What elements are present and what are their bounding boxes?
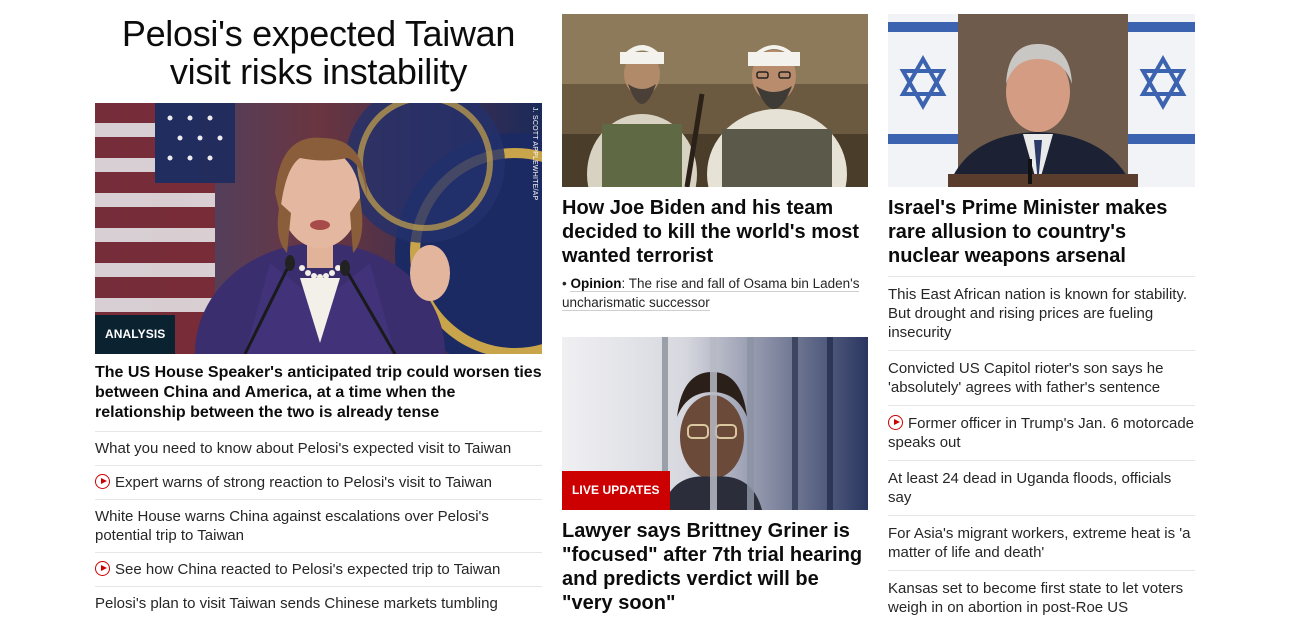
- zawahiri-headline[interactable]: How Joe Biden and his team decided to ki…: [562, 196, 868, 268]
- related-link-text: What you need to know about Pelosi's exp…: [95, 440, 512, 457]
- related-link-text: See how China reacted to Pelosi's expect…: [115, 561, 501, 578]
- related-link-text: Pelosi's plan to visit Taiwan sends Chin…: [95, 595, 498, 612]
- related-link-china-reacted[interactable]: See how China reacted to Pelosi's expect…: [95, 553, 542, 587]
- lapid-headline[interactable]: Israel's Prime Minister makes rare allus…: [888, 196, 1195, 268]
- related-link-text: Expert warns of strong reaction to Pelos…: [115, 474, 492, 491]
- lead-headline[interactable]: Pelosi's expected Taiwan visit risks ins…: [95, 14, 542, 103]
- middle-column: How Joe Biden and his team decided to ki…: [562, 14, 868, 615]
- headline-text: Convicted US Capitol rioter's son says h…: [888, 360, 1164, 396]
- analysis-badge: ANALYSIS: [95, 315, 176, 354]
- headline-text: At least 24 dead in Uganda floods, offic…: [888, 470, 1172, 506]
- griner-story-image[interactable]: LIVE UPDATES: [562, 337, 868, 510]
- related-link-chinese-markets[interactable]: Pelosi's plan to visit Taiwan sends Chin…: [95, 587, 542, 620]
- related-link-white-house[interactable]: White House warns China against escalati…: [95, 500, 542, 553]
- opinion-link[interactable]: • Opinion: The rise and fall of Osama bi…: [562, 274, 868, 312]
- headline-capitol-rioter[interactable]: Convicted US Capitol rioter's son says h…: [888, 351, 1195, 406]
- lead-related-links: What you need to know about Pelosi's exp…: [95, 432, 542, 620]
- right-headline-list: This East African nation is known for st…: [888, 276, 1195, 625]
- video-play-icon: [95, 561, 110, 576]
- opinion-tag: Opinion: [570, 276, 622, 292]
- related-link-text: White House warns China against escalati…: [95, 508, 489, 544]
- headline-kansas-abortion[interactable]: Kansas set to become first state to let …: [888, 571, 1195, 625]
- lead-story-column: Pelosi's expected Taiwan visit risks ins…: [95, 14, 542, 620]
- headline-east-africa[interactable]: This East African nation is known for st…: [888, 277, 1195, 351]
- related-link-pelosi-visit[interactable]: What you need to know about Pelosi's exp…: [95, 432, 542, 466]
- griner-headline[interactable]: Lawyer says Brittney Griner is "focused"…: [562, 519, 868, 615]
- lapid-story-image[interactable]: [888, 14, 1195, 187]
- related-link-expert-warns[interactable]: Expert warns of strong reaction to Pelos…: [95, 466, 542, 500]
- lapid-photo: [888, 14, 1195, 187]
- headline-text: For Asia's migrant workers, extreme heat…: [888, 525, 1191, 561]
- headline-text: Kansas set to become first state to let …: [888, 580, 1184, 616]
- headline-text: Former officer in Trump's Jan. 6 motorca…: [888, 415, 1195, 451]
- headline-text: This East African nation is known for st…: [888, 286, 1188, 341]
- headline-asia-migrant-heat[interactable]: For Asia's migrant workers, extreme heat…: [888, 516, 1195, 571]
- lead-story-image[interactable]: J. SCOTT APPLEWHITE/AP ANALYSIS: [95, 103, 542, 354]
- live-updates-badge: LIVE UPDATES: [562, 471, 670, 510]
- headline-trump-motorcade[interactable]: Former officer in Trump's Jan. 6 motorca…: [888, 406, 1195, 461]
- bin-laden-zawahiri-photo: [562, 14, 868, 187]
- photo-credit: J. SCOTT APPLEWHITE/AP: [531, 107, 538, 201]
- headline-uganda-floods[interactable]: At least 24 dead in Uganda floods, offic…: [888, 461, 1195, 516]
- right-column: Israel's Prime Minister makes rare allus…: [888, 14, 1195, 625]
- lead-summary[interactable]: The US House Speaker's anticipated trip …: [95, 363, 542, 432]
- zawahiri-story-image[interactable]: [562, 14, 868, 187]
- video-play-icon: [888, 415, 903, 430]
- video-play-icon: [95, 474, 110, 489]
